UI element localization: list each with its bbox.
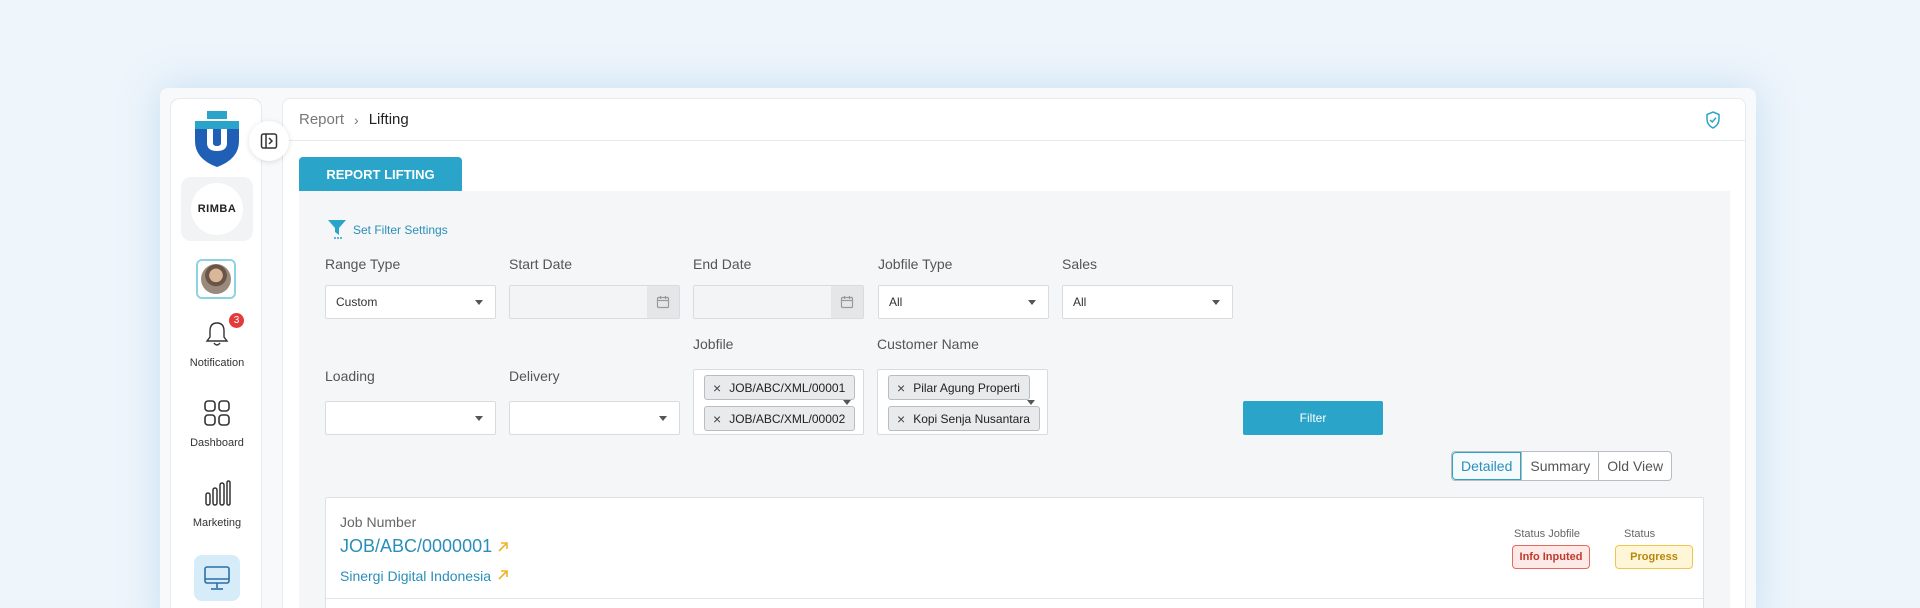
close-icon[interactable]: × (713, 380, 721, 396)
range-type-select[interactable]: Custom (325, 285, 496, 319)
report-content: Set Filter Settings Range Type Start Dat… (299, 191, 1730, 608)
sidebar-item-monitor[interactable] (194, 555, 240, 601)
divider (326, 598, 1703, 599)
breadcrumb-current: Lifting (368, 111, 409, 128)
sidebar-toggle-button[interactable] (249, 121, 289, 161)
loading-select[interactable] (325, 401, 496, 435)
delivery-label: Delivery (509, 368, 560, 384)
jobfile-type-value: All (889, 295, 903, 309)
sales-select[interactable]: All (1062, 285, 1233, 319)
filter-button[interactable]: Filter (1243, 401, 1383, 435)
chevron-down-icon (1212, 300, 1220, 305)
sidebar-item-dashboard[interactable]: Dashboard (171, 399, 263, 449)
jobfile-chip[interactable]: × JOB/ABC/XML/00001 (704, 375, 856, 400)
sidebar-item-notification[interactable]: 3 Notification (171, 313, 263, 369)
close-icon[interactable]: × (897, 411, 905, 427)
bar-chart-icon (205, 480, 231, 506)
status-label: Status (1624, 528, 1656, 540)
sidebar-item-label: Dashboard (190, 437, 244, 449)
start-date-input[interactable] (509, 285, 680, 319)
bell-icon (205, 322, 229, 346)
calendar-icon[interactable] (647, 286, 679, 318)
filter-settings-label: Set Filter Settings (353, 223, 448, 237)
notification-badge: 3 (229, 313, 244, 328)
customer-name-label: Customer Name (877, 336, 979, 352)
chevron-down-icon[interactable] (1027, 400, 1035, 405)
jobfile-label: Jobfile (693, 336, 734, 352)
view-detailed-button[interactable]: Detailed (1452, 452, 1522, 480)
status-jobfile-badge: Info Inputed (1512, 545, 1590, 569)
sidebar-collapse-icon (260, 133, 278, 149)
view-summary-button[interactable]: Summary (1521, 452, 1598, 480)
external-link-icon[interactable] (496, 540, 510, 554)
jobfile-multiselect[interactable]: × JOB/ABC/XML/00001 × JOB/ABC/XML/00002 (693, 369, 864, 435)
main-panel: Report › Lifting REPORT LIFTING Set Filt… (282, 98, 1746, 608)
view-toggle: Detailed Summary Old View (1451, 451, 1673, 481)
job-number-label: Job Number (340, 514, 417, 530)
delivery-select[interactable] (509, 401, 680, 435)
chevron-down-icon (659, 416, 667, 421)
close-icon[interactable]: × (713, 411, 721, 427)
jobfile-chip-label: JOB/ABC/XML/00002 (729, 411, 846, 426)
end-date-label: End Date (693, 256, 752, 272)
range-type-value: Custom (336, 295, 378, 309)
status-jobfile-label: Status Jobfile (1514, 528, 1581, 540)
monitor-icon (204, 566, 230, 590)
loading-label: Loading (325, 368, 375, 384)
sales-label: Sales (1062, 256, 1098, 272)
breadcrumb-separator: › (354, 111, 359, 128)
sales-value: All (1073, 295, 1087, 309)
jobfile-chip-label: JOB/ABC/XML/00001 (729, 380, 846, 395)
company-switcher[interactable]: RIMBA (181, 177, 253, 241)
chevron-down-icon (475, 416, 483, 421)
status-badge: Progress (1615, 545, 1693, 569)
breadcrumb-parent[interactable]: Report (299, 111, 344, 128)
app-logo-icon[interactable] (193, 111, 241, 167)
avatar (201, 264, 231, 294)
tab-report-lifting[interactable]: REPORT LIFTING (299, 157, 462, 191)
external-link-icon[interactable] (496, 568, 510, 582)
filter-icon (328, 220, 346, 239)
customer-chip-label: Kopi Senja Nusantara (913, 411, 1030, 426)
sidebar-item-label: Notification (189, 357, 245, 369)
view-old-button[interactable]: Old View (1598, 452, 1671, 480)
sidebar-item-marketing[interactable]: Marketing (171, 479, 263, 529)
start-date-label: Start Date (509, 256, 573, 272)
end-date-input[interactable] (693, 285, 864, 319)
customer-link[interactable]: Sinergi Digital Indonesia (340, 568, 491, 584)
chevron-down-icon (475, 300, 483, 305)
jobfile-type-label: Jobfile Type (878, 256, 953, 272)
filter-settings-link[interactable]: Set Filter Settings (327, 219, 448, 241)
user-avatar[interactable] (196, 259, 236, 299)
close-icon[interactable]: × (897, 380, 905, 396)
sidebar-item-label: Marketing (192, 517, 242, 529)
customer-chip[interactable]: × Pilar Agung Properti (888, 375, 1030, 400)
range-type-label: Range Type (325, 256, 401, 272)
grid-icon (204, 400, 230, 426)
company-logo: RIMBA (191, 183, 243, 235)
shield-check-icon[interactable] (1705, 111, 1721, 134)
chevron-down-icon (1028, 300, 1036, 305)
job-card: Job Number JOB/ABC/0000001 Sinergi Digit… (325, 497, 1704, 608)
customer-chip[interactable]: × Kopi Senja Nusantara (888, 406, 1040, 431)
customer-name-multiselect[interactable]: × Pilar Agung Properti × Kopi Senja Nusa… (877, 369, 1048, 435)
customer-chip-label: Pilar Agung Properti (913, 380, 1020, 395)
calendar-icon[interactable] (831, 286, 863, 318)
jobfile-type-select[interactable]: All (878, 285, 1049, 319)
job-number-link[interactable]: JOB/ABC/0000001 (340, 536, 492, 557)
jobfile-chip[interactable]: × JOB/ABC/XML/00002 (704, 406, 856, 431)
chevron-down-icon[interactable] (843, 400, 851, 405)
sidebar: RIMBA 3 Notification Dashboard Marketing (170, 98, 289, 608)
breadcrumb: Report › Lifting (283, 99, 1745, 141)
